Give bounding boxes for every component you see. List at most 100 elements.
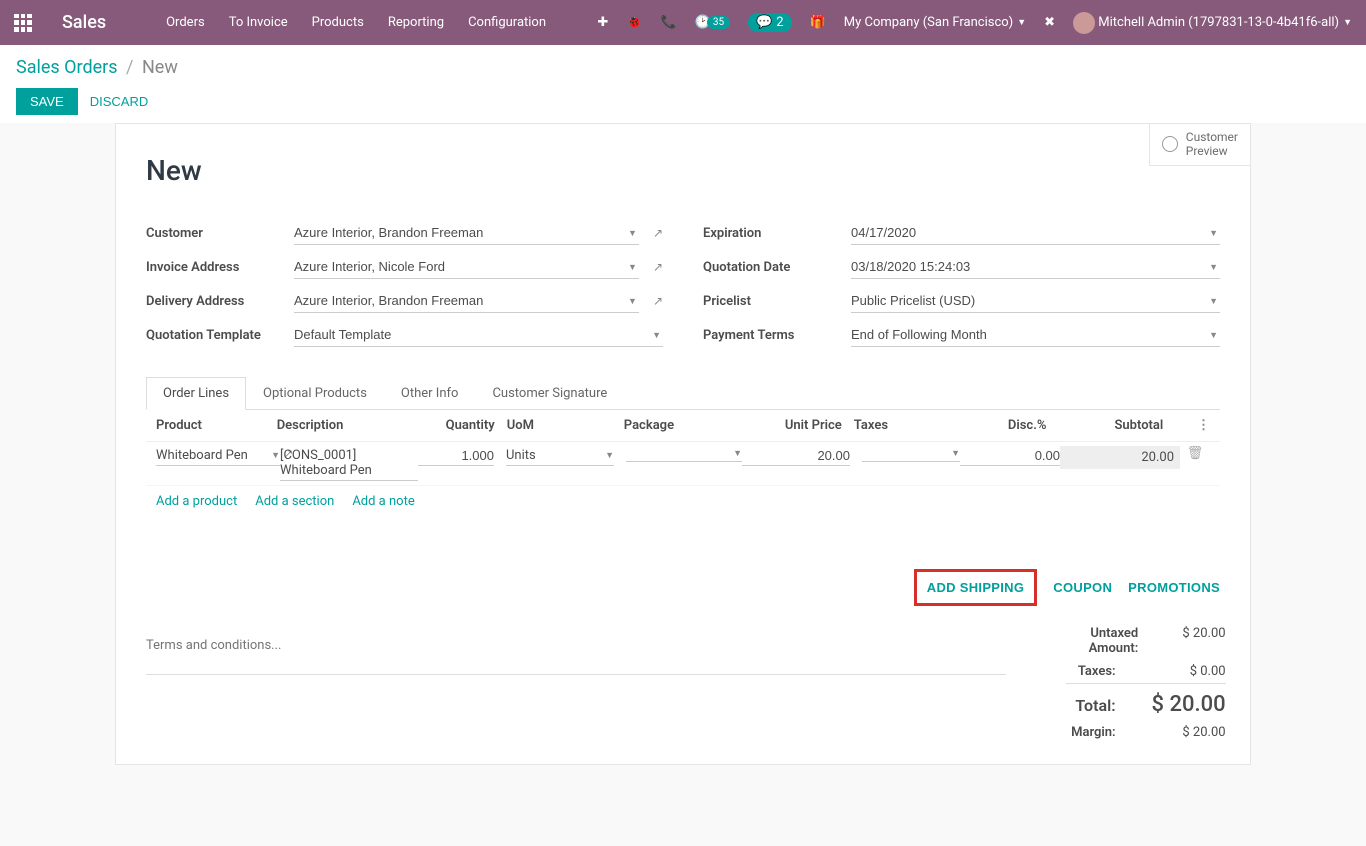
margin-label: Margin: <box>1071 725 1116 740</box>
row-price-field[interactable] <box>742 446 850 466</box>
messages-icon[interactable]: 💬2 <box>748 13 792 32</box>
th-discount: Disc.% <box>949 418 1046 433</box>
label-quote-date: Quotation Date <box>703 260 843 275</box>
tab-other-info[interactable]: Other Info <box>384 377 476 409</box>
margin-value: $ 20.00 <box>1146 725 1226 740</box>
th-package: Package <box>612 418 737 433</box>
row-delete-icon[interactable]: 🗑 <box>1180 446 1210 461</box>
label-pricelist: Pricelist <box>703 294 843 309</box>
company-name: My Company (San Francisco) <box>844 15 1013 30</box>
row-package-field[interactable]: ▼ <box>626 446 742 462</box>
quote-template-field[interactable] <box>294 323 663 347</box>
label-payment-terms: Payment Terms <box>703 328 843 343</box>
row-product-value: Whiteboard Pen <box>156 448 248 463</box>
row-uom-value: Units <box>506 448 536 463</box>
bug-icon[interactable]: 🐞 <box>626 15 642 30</box>
label-quote-tpl: Quotation Template <box>146 328 286 343</box>
gift-icon[interactable]: 🎁 <box>810 15 826 30</box>
row-product-field[interactable]: Whiteboard Pen▼ <box>156 446 280 466</box>
avatar <box>1073 12 1095 34</box>
add-product-link[interactable]: Add a product <box>156 494 237 509</box>
table-row: Whiteboard Pen▼ ↗ [CONS_0001] Whiteboard… <box>146 442 1220 486</box>
phone-icon[interactable]: 📞 <box>660 15 676 30</box>
customer-external-link-icon[interactable]: ↗ <box>653 226 663 240</box>
globe-icon <box>1162 136 1178 152</box>
form-sheet: CustomerPreview New Customer ▼ ↗ Invoice… <box>115 123 1251 765</box>
nav-menu: Orders To Invoice Products Reporting Con… <box>166 15 546 30</box>
company-switcher[interactable]: My Company (San Francisco)▼ <box>844 15 1026 30</box>
pricelist-field[interactable] <box>851 289 1220 313</box>
tab-optional-products[interactable]: Optional Products <box>246 377 384 409</box>
th-unit-price: Unit Price <box>737 418 842 433</box>
msg-badge: 2 <box>776 15 783 30</box>
breadcrumb-current: New <box>142 57 178 78</box>
customer-preview-button[interactable]: CustomerPreview <box>1149 124 1250 166</box>
th-subtotal: Subtotal <box>1047 418 1164 433</box>
coupon-button[interactable]: COUPON <box>1053 569 1112 606</box>
user-name: Mitchell Admin (1797831-13-0-4b41f6-all) <box>1098 15 1339 30</box>
untaxed-label: Untaxed Amount: <box>1066 626 1138 656</box>
tabs: Order Lines Optional Products Other Info… <box>146 377 1220 410</box>
user-menu[interactable]: Mitchell Admin (1797831-13-0-4b41f6-all)… <box>1073 12 1352 34</box>
taxes-label: Taxes: <box>1078 664 1116 679</box>
invoice-address-field[interactable] <box>294 255 639 279</box>
tab-customer-signature[interactable]: Customer Signature <box>475 377 624 409</box>
row-subtotal: 20.00 <box>1060 446 1180 469</box>
expiration-field[interactable] <box>851 221 1220 245</box>
row-desc[interactable]: [CONS_0001] Whiteboard Pen <box>280 446 418 481</box>
total-label: Total: <box>1075 696 1115 715</box>
payment-terms-field[interactable] <box>851 323 1220 347</box>
activity-icon[interactable]: 🕑35 <box>695 15 730 30</box>
tools-icon[interactable]: ✖ <box>1044 15 1055 30</box>
th-taxes: Taxes <box>842 418 949 433</box>
delivery-external-link-icon[interactable]: ↗ <box>653 294 663 308</box>
row-taxes-field[interactable]: ▼ <box>862 446 960 462</box>
systray: ✚ 🐞 📞 🕑35 💬2 🎁 My Company (San Francisco… <box>597 12 1352 34</box>
row-qty-field[interactable] <box>418 446 494 466</box>
promotions-button[interactable]: PROMOTIONS <box>1128 569 1220 606</box>
breadcrumb-root[interactable]: Sales Orders <box>16 57 118 78</box>
untaxed-value: $ 20.00 <box>1168 626 1225 641</box>
save-button[interactable]: SAVE <box>16 88 78 115</box>
nav-configuration[interactable]: Configuration <box>468 15 546 30</box>
customer-field[interactable] <box>294 221 639 245</box>
label-delivery: Delivery Address <box>146 294 286 309</box>
quote-date-field[interactable] <box>851 255 1220 279</box>
delivery-address-field[interactable] <box>294 289 639 313</box>
nav-reporting[interactable]: Reporting <box>388 15 444 30</box>
apps-icon[interactable] <box>14 14 32 32</box>
row-discount-field[interactable] <box>960 446 1060 466</box>
add-shipping-button[interactable]: ADD SHIPPING <box>914 569 1038 606</box>
invoice-external-link-icon[interactable]: ↗ <box>653 260 663 274</box>
order-lines-table: Product Description Quantity UoM Package… <box>146 410 1220 549</box>
app-brand[interactable]: Sales <box>62 12 106 33</box>
label-customer: Customer <box>146 226 286 241</box>
discard-button[interactable]: DISCARD <box>90 94 149 109</box>
add-section-link[interactable]: Add a section <box>255 494 334 509</box>
plus-icon[interactable]: ✚ <box>597 15 608 30</box>
table-options-icon[interactable]: ⋮ <box>1192 418 1210 433</box>
th-description: Description <box>277 418 421 433</box>
breadcrumb: Sales Orders / New <box>16 57 1350 78</box>
taxes-value: $ 0.00 <box>1146 664 1226 679</box>
nav-orders[interactable]: Orders <box>166 15 205 30</box>
control-panel: Sales Orders / New SAVE DISCARD <box>0 45 1366 123</box>
preview-line1: Customer <box>1186 130 1238 144</box>
row-uom-field[interactable]: Units▼ <box>506 446 614 466</box>
page-title: New <box>146 154 1220 187</box>
add-note-link[interactable]: Add a note <box>352 494 414 509</box>
breadcrumb-sep: / <box>126 57 133 78</box>
label-invoice: Invoice Address <box>146 260 286 275</box>
activity-badge: 35 <box>707 16 730 29</box>
preview-line2: Preview <box>1186 144 1238 158</box>
top-navbar: Sales Orders To Invoice Products Reporti… <box>0 0 1366 45</box>
tab-order-lines[interactable]: Order Lines <box>146 377 246 410</box>
total-value: $ 20.00 <box>1146 692 1226 717</box>
terms-textarea[interactable] <box>146 632 1006 675</box>
th-product: Product <box>156 418 277 433</box>
th-quantity: Quantity <box>421 418 495 433</box>
nav-to-invoice[interactable]: To Invoice <box>229 15 288 30</box>
label-expiration: Expiration <box>703 226 843 241</box>
nav-products[interactable]: Products <box>312 15 364 30</box>
th-uom: UoM <box>495 418 612 433</box>
